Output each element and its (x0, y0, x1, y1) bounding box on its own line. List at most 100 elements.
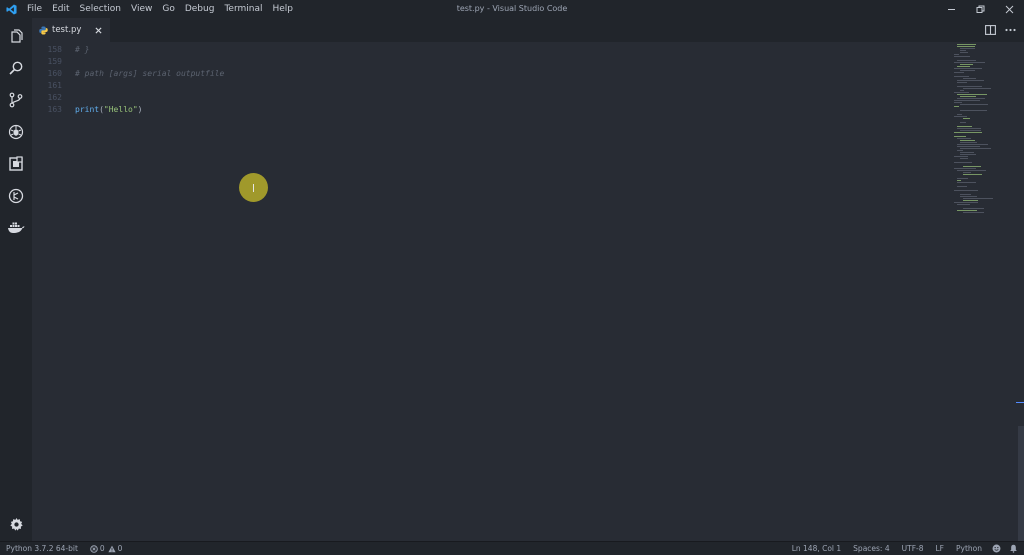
source-control-button[interactable] (0, 84, 32, 116)
minimap-line (957, 146, 980, 147)
menu-selection[interactable]: Selection (75, 0, 126, 18)
search-button[interactable] (0, 52, 32, 84)
debug-icon (8, 124, 24, 140)
code-content[interactable]: # } # path [args] serial outputfile prin… (75, 44, 224, 116)
minimap-line (957, 186, 967, 187)
code-line[interactable] (75, 80, 224, 92)
text-cursor-icon (253, 183, 254, 192)
line-number: 159 (47, 57, 62, 66)
gitlens-icon (8, 188, 24, 204)
files-icon (11, 29, 23, 43)
minimap-line (960, 122, 966, 123)
menu-terminal[interactable]: Terminal (219, 0, 267, 18)
menu-edit[interactable]: Edit (47, 0, 74, 18)
minimap-line (960, 90, 964, 91)
docker-button[interactable] (0, 212, 32, 244)
notifications-button[interactable] (1005, 544, 1024, 553)
restore-button[interactable] (966, 0, 995, 18)
tab-label: test.py (52, 25, 82, 35)
encoding[interactable]: UTF-8 (896, 542, 930, 555)
menu-file[interactable]: File (22, 0, 47, 18)
gitlens-button[interactable] (0, 180, 32, 212)
code-line[interactable]: print("Hello") (75, 104, 224, 116)
minimap-line (954, 116, 967, 117)
close-window-button[interactable] (995, 0, 1024, 18)
code-token-string: "Hello" (103, 105, 138, 114)
manage-button[interactable] (0, 508, 32, 540)
minimap-line (960, 152, 974, 153)
feedback-button[interactable] (988, 544, 1005, 553)
minimap-line (957, 66, 970, 67)
minimap-line (960, 130, 981, 131)
minimap-line (963, 208, 984, 209)
tab-test-py[interactable]: test.py (32, 18, 110, 42)
menu-view[interactable]: View (126, 0, 157, 18)
title-bar: File Edit Selection View Go Debug Termin… (0, 0, 1024, 18)
menu-debug[interactable]: Debug (180, 0, 220, 18)
minimap-line (954, 132, 982, 133)
line-ending[interactable]: LF (930, 542, 951, 555)
minimap-line (957, 126, 972, 127)
warning-icon (108, 545, 116, 552)
minimap-line (954, 62, 985, 63)
extensions-button[interactable] (0, 148, 32, 180)
minimap-line (960, 140, 975, 141)
minimap-line (954, 72, 964, 73)
vscode-logo-icon (0, 0, 22, 18)
minimap-line (957, 94, 987, 95)
minimap-line (954, 202, 978, 203)
minimap-line (957, 178, 968, 179)
minimap-line (957, 204, 970, 205)
minimap-line (960, 196, 977, 197)
vertical-scrollbar[interactable] (1016, 42, 1024, 541)
code-line[interactable] (75, 92, 224, 104)
menu-bar: File Edit Selection View Go Debug Termin… (22, 0, 298, 18)
indentation[interactable]: Spaces: 4 (847, 542, 895, 555)
minimap-line (957, 170, 986, 171)
minimap-line (954, 54, 959, 55)
minimap-line (963, 78, 976, 79)
close-tab-button[interactable] (92, 24, 104, 36)
minimap-line (960, 50, 966, 51)
minimize-button[interactable] (937, 0, 966, 18)
code-line[interactable]: # } (75, 44, 224, 56)
minimap-line (960, 52, 968, 53)
minimap-line (963, 88, 991, 89)
bell-icon (1010, 544, 1017, 553)
line-number: 161 (47, 81, 62, 90)
language-mode[interactable]: Python (950, 542, 988, 555)
activity-bar (0, 18, 32, 541)
minimap-line (954, 92, 969, 93)
minimap-line (960, 142, 977, 143)
extensions-icon (9, 156, 23, 171)
minimap-line (957, 210, 977, 211)
error-count: 0 (99, 544, 105, 553)
code-line[interactable] (75, 56, 224, 68)
minimap-line (963, 174, 982, 175)
close-icon (94, 26, 102, 34)
debug-button[interactable] (0, 116, 32, 148)
menu-go[interactable]: Go (157, 0, 179, 18)
gear-icon (9, 517, 23, 531)
scroll-marker (1016, 402, 1024, 403)
cursor-position[interactable]: Ln 148, Col 1 (786, 542, 847, 555)
python-interpreter[interactable]: Python 3.7.2 64-bit (0, 542, 84, 555)
editor[interactable]: 158 159 160 161 162 163 # } # path [args… (32, 42, 1024, 541)
menu-help[interactable]: Help (267, 0, 298, 18)
scroll-thumb[interactable] (1018, 426, 1024, 541)
split-editor-button[interactable] (980, 18, 1000, 42)
minimap-line (963, 198, 993, 199)
status-bar-right: Ln 148, Col 1 Spaces: 4 UTF-8 LF Python (786, 542, 1024, 555)
minimap-line (957, 180, 961, 181)
minimap-line (954, 156, 968, 157)
ellipsis-icon (1004, 28, 1016, 32)
more-actions-button[interactable] (1000, 18, 1020, 42)
editor-actions (980, 18, 1020, 42)
code-line[interactable]: # path [args] serial outputfile (75, 68, 224, 80)
minimap[interactable] (950, 42, 1012, 541)
minimap-line (960, 64, 973, 65)
problems-indicator[interactable]: 0 0 (84, 542, 129, 555)
explorer-button[interactable] (0, 20, 32, 52)
split-editor-icon (984, 25, 996, 35)
line-number: 160 (47, 69, 62, 78)
